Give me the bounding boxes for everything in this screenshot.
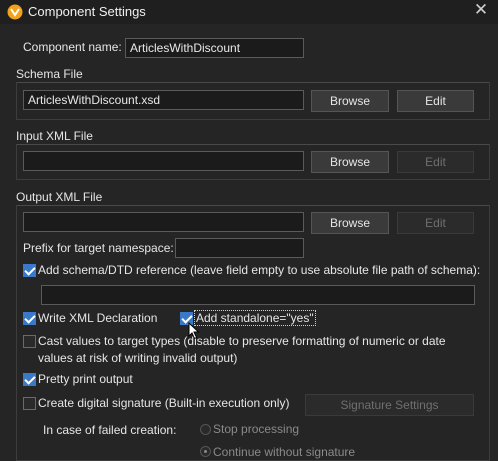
output-edit-button[interactable]: Edit	[397, 212, 474, 234]
add-schema-ref-label: Add schema/DTD reference (leave field em…	[38, 263, 481, 277]
schema-ref-input[interactable]	[41, 285, 475, 305]
component-name-label: Component name:	[23, 40, 122, 54]
output-xml-header: Output XML File	[16, 190, 103, 204]
digital-signature-checkbox[interactable]	[23, 397, 36, 410]
input-edit-button[interactable]: Edit	[397, 151, 474, 173]
failed-creation-label: In case of failed creation:	[43, 423, 177, 437]
write-xml-decl-label: Write XML Declaration	[38, 311, 158, 325]
input-browse-button[interactable]: Browse	[311, 151, 389, 173]
cast-values-label-line1: Cast values to target types (disable to …	[38, 334, 446, 348]
output-browse-button[interactable]: Browse	[311, 212, 389, 234]
standalone-label: Add standalone="yes"	[194, 310, 316, 326]
stop-processing-radio[interactable]	[200, 424, 211, 435]
output-xml-input[interactable]	[23, 212, 304, 232]
signature-settings-button[interactable]: Signature Settings	[305, 394, 474, 416]
input-xml-header: Input XML File	[16, 129, 93, 143]
stop-processing-label: Stop processing	[213, 422, 300, 436]
schema-browse-button[interactable]: Browse	[311, 90, 389, 112]
schema-file-input[interactable]: ArticlesWithDiscount.xsd	[23, 90, 304, 110]
schema-file-header: Schema File	[16, 67, 83, 81]
continue-without-signature-label: Continue without signature	[213, 445, 356, 459]
component-name-input[interactable]: ArticlesWithDiscount	[125, 38, 304, 58]
window-title: Component Settings	[28, 4, 146, 19]
cast-values-label-line2: values at risk of writing invalid output…	[38, 351, 238, 365]
pretty-print-checkbox[interactable]	[23, 373, 36, 386]
schema-edit-button[interactable]: Edit	[397, 90, 474, 112]
cast-values-checkbox[interactable]	[23, 335, 36, 348]
prefix-label: Prefix for target namespace:	[23, 241, 174, 255]
continue-without-signature-radio[interactable]	[200, 446, 211, 457]
prefix-input[interactable]	[175, 238, 304, 258]
altova-app-icon	[7, 4, 23, 20]
write-xml-decl-checkbox[interactable]	[23, 312, 36, 325]
add-schema-ref-checkbox[interactable]	[23, 264, 36, 277]
pretty-print-label: Pretty print output	[38, 372, 133, 386]
close-icon[interactable]: ✕	[470, 0, 492, 22]
digital-signature-label: Create digital signature (Built-in execu…	[38, 396, 290, 410]
input-xml-input[interactable]	[23, 151, 304, 171]
